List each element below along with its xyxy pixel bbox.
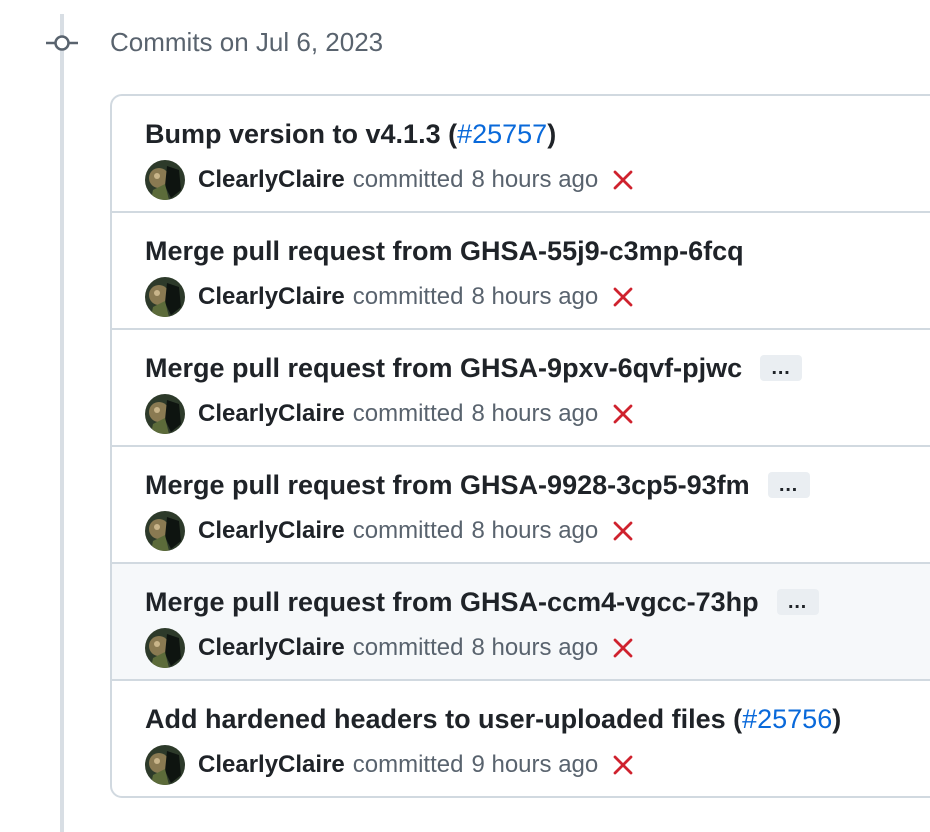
commit-action: committed <box>352 166 464 193</box>
commit-meta: ClearlyClaire committed 8 hours ago <box>145 277 634 317</box>
commit-title[interactable]: Bump version to v4.1.3 (#25757) <box>145 114 556 154</box>
commit-message-suffix[interactable]: ) <box>832 699 841 739</box>
commit-action: committed <box>352 751 464 778</box>
commit-message[interactable]: Bump version to v4.1.3 ( <box>145 114 457 154</box>
commit-title[interactable]: Merge pull request from GHSA-55j9-c3mp-6… <box>145 231 744 271</box>
author-link[interactable]: ClearlyClaire <box>198 517 345 545</box>
commit-row: Add hardened headers to user-uploaded fi… <box>112 681 930 796</box>
commit-row: Merge pull request from GHSA-ccm4-vgcc-7… <box>112 564 930 681</box>
commit-message[interactable]: Add hardened headers to user-uploaded fi… <box>145 699 742 739</box>
author-link[interactable]: ClearlyClaire <box>198 283 345 311</box>
commit-row: Merge pull request from GHSA-9928-3cp5-9… <box>112 447 930 564</box>
commit-group-heading: Commits on Jul 6, 2023 <box>110 27 384 57</box>
author-link[interactable]: ClearlyClaire <box>198 400 345 428</box>
commit-meta: ClearlyClaire committed 8 hours ago <box>145 394 634 434</box>
avatar[interactable] <box>145 277 185 317</box>
relative-time[interactable]: 8 hours ago <box>471 517 598 545</box>
relative-time[interactable]: 8 hours ago <box>471 400 598 428</box>
relative-time[interactable]: 8 hours ago <box>471 634 598 662</box>
commit-title[interactable]: Merge pull request from GHSA-ccm4-vgcc-7… <box>145 582 819 622</box>
commit-action: committed <box>352 283 464 310</box>
check-failure-icon[interactable] <box>612 754 634 776</box>
commit-row: Merge pull request from GHSA-9pxv-6qvf-p… <box>112 330 930 447</box>
git-commit-icon <box>46 35 78 51</box>
commit-row: Bump version to v4.1.3 (#25757) ClearlyC… <box>112 96 930 213</box>
check-failure-icon[interactable] <box>612 169 634 191</box>
commit-title[interactable]: Merge pull request from GHSA-9pxv-6qvf-p… <box>145 348 803 388</box>
relative-time[interactable]: 9 hours ago <box>471 751 598 779</box>
commit-action: committed <box>352 634 464 661</box>
check-failure-icon[interactable] <box>612 403 634 425</box>
avatar[interactable] <box>145 745 185 785</box>
commit-action: committed <box>352 517 464 544</box>
commit-message[interactable]: Merge pull request from GHSA-55j9-c3mp-6… <box>145 231 744 271</box>
commit-meta: ClearlyClaire committed 8 hours ago <box>145 511 634 551</box>
avatar[interactable] <box>145 394 185 434</box>
timeline-line <box>60 14 64 832</box>
commit-message[interactable]: Merge pull request from GHSA-9pxv-6qvf-p… <box>145 348 742 388</box>
author-link[interactable]: ClearlyClaire <box>198 751 345 779</box>
commit-row: Merge pull request from GHSA-55j9-c3mp-6… <box>112 213 930 330</box>
commit-message-suffix[interactable]: ) <box>547 114 556 154</box>
check-failure-icon[interactable] <box>612 637 634 659</box>
commit-meta: ClearlyClaire committed 8 hours ago <box>145 628 634 668</box>
commit-meta: ClearlyClaire committed 8 hours ago <box>145 160 634 200</box>
avatar[interactable] <box>145 628 185 668</box>
avatar[interactable] <box>145 511 185 551</box>
relative-time[interactable]: 8 hours ago <box>471 166 598 194</box>
commit-list: Bump version to v4.1.3 (#25757) ClearlyC… <box>110 94 930 798</box>
pull-request-link[interactable]: #25757 <box>457 114 547 154</box>
expand-message-button[interactable]: … <box>776 589 819 615</box>
check-failure-icon[interactable] <box>612 520 634 542</box>
expand-message-button[interactable]: … <box>767 472 810 498</box>
commit-message[interactable]: Merge pull request from GHSA-ccm4-vgcc-7… <box>145 582 759 622</box>
expand-message-button[interactable]: … <box>760 355 803 381</box>
commit-title[interactable]: Merge pull request from GHSA-9928-3cp5-9… <box>145 465 810 505</box>
author-link[interactable]: ClearlyClaire <box>198 634 345 662</box>
relative-time[interactable]: 8 hours ago <box>471 283 598 311</box>
pull-request-link[interactable]: #25756 <box>742 699 832 739</box>
avatar[interactable] <box>145 160 185 200</box>
author-link[interactable]: ClearlyClaire <box>198 166 345 194</box>
commit-title[interactable]: Add hardened headers to user-uploaded fi… <box>145 699 841 739</box>
commit-action: committed <box>352 400 464 427</box>
commit-meta: ClearlyClaire committed 9 hours ago <box>145 745 634 785</box>
check-failure-icon[interactable] <box>612 286 634 308</box>
commit-message[interactable]: Merge pull request from GHSA-9928-3cp5-9… <box>145 465 750 505</box>
